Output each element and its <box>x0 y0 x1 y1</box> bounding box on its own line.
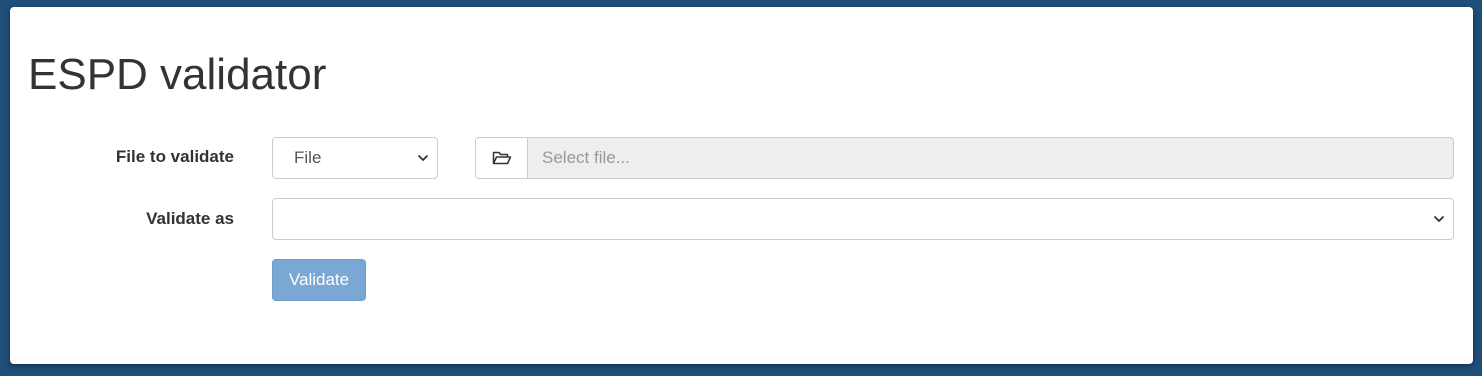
chevron-down-icon <box>418 155 428 161</box>
chevron-down-icon <box>1434 216 1444 222</box>
validator-panel: ESPD validator File to validate File Val… <box>10 7 1473 364</box>
validate-as-label: Validate as <box>146 209 234 228</box>
validate-button[interactable]: Validate <box>272 259 366 301</box>
file-picker <box>475 137 1454 179</box>
browse-file-button[interactable] <box>475 137 527 179</box>
file-type-selected-value: File <box>294 148 322 167</box>
page-title: ESPD validator <box>28 50 327 99</box>
selected-file-field[interactable] <box>527 137 1454 179</box>
file-to-validate-label: File to validate <box>115 147 234 166</box>
validate-as-select[interactable] <box>272 198 1454 240</box>
folder-open-icon <box>492 151 511 165</box>
file-type-select[interactable]: File <box>272 137 438 179</box>
